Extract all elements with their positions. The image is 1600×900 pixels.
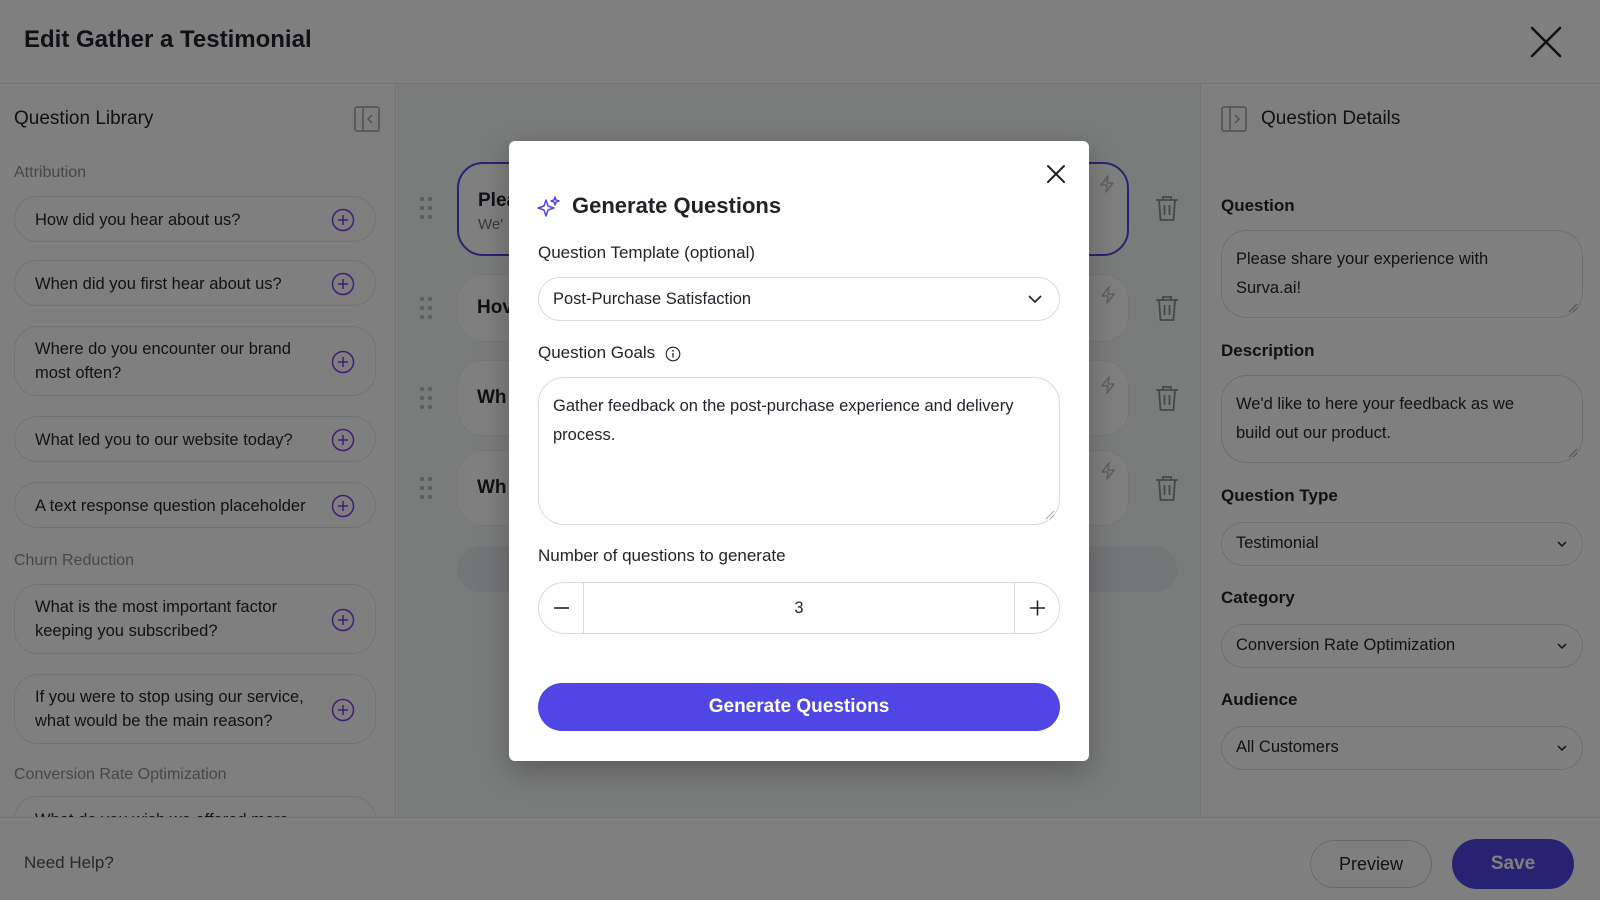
count-value[interactable]: 3 (584, 599, 1014, 618)
increment-button[interactable] (1014, 583, 1059, 633)
goals-text-line: Gather feedback on the post-purchase exp… (553, 397, 1014, 415)
sparkle-icon (537, 196, 560, 217)
plus-icon (1030, 600, 1045, 616)
goals-label: Question Goals (538, 343, 656, 362)
goals-textarea[interactable]: Gather feedback on the post-purchase exp… (538, 377, 1060, 525)
minus-icon (554, 607, 569, 609)
close-icon[interactable] (1045, 163, 1067, 185)
template-value: Post-Purchase Satisfaction (553, 290, 752, 308)
generate-questions-button[interactable]: Generate Questions (538, 683, 1060, 731)
template-select[interactable]: Post-Purchase Satisfaction (538, 277, 1060, 321)
generate-questions-modal: Generate Questions Question Template (op… (509, 141, 1089, 761)
goals-text-line: process. (553, 426, 616, 444)
info-icon[interactable] (665, 346, 681, 362)
resize-handle-icon[interactable] (1045, 510, 1055, 520)
decrement-button[interactable] (539, 583, 584, 633)
chevron-down-icon (1028, 295, 1042, 304)
quantity-stepper: 3 (538, 582, 1060, 634)
template-label: Question Template (optional) (538, 243, 756, 262)
modal-title: Generate Questions (572, 193, 782, 218)
count-label: Number of questions to generate (538, 546, 786, 565)
